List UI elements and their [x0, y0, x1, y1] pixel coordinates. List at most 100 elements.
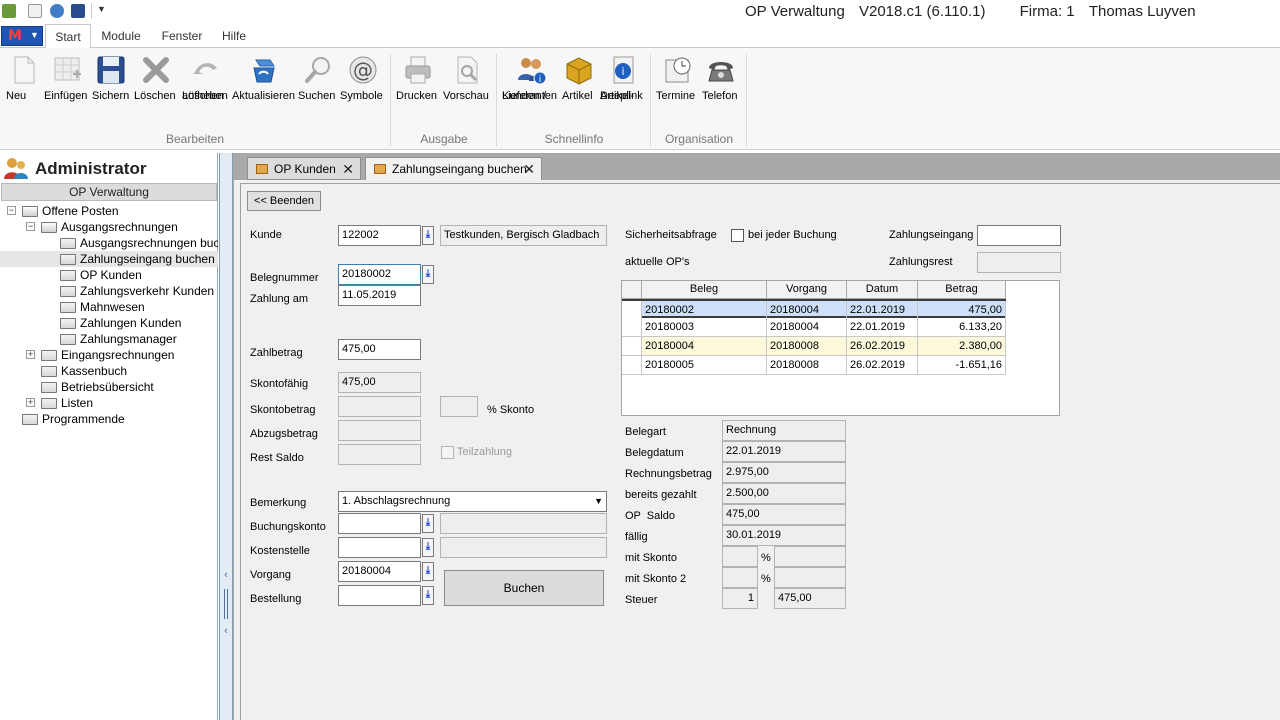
kostenstelle-field[interactable]	[338, 537, 421, 558]
symbole-button[interactable]: @ Symbole	[340, 52, 386, 126]
bei-jeder-buchung-checkbox[interactable]	[731, 229, 744, 242]
cell-vorgang: 20180008	[767, 337, 847, 356]
tree-item-kassenbuch[interactable]: Kassenbuch	[41, 363, 127, 379]
panel-splitter[interactable]: ‹ ‹	[219, 153, 233, 720]
table-row[interactable]: 20180003 20180004 22.01.2019 6.133,20	[622, 318, 1006, 337]
einfuegen-button[interactable]: Einfügen	[44, 52, 90, 126]
tree-item-op-kunden[interactable]: OP Kunden	[60, 267, 142, 283]
column-header-datum[interactable]: Datum	[847, 281, 918, 299]
table-row[interactable]: 20180002 20180004 22.01.2019 475,00	[622, 299, 1006, 320]
quick-access-dropdown-icon[interactable]: ▼	[97, 4, 106, 14]
save-icon[interactable]	[71, 4, 85, 18]
bestellung-field[interactable]	[338, 585, 421, 606]
tab-hilfe[interactable]: Hilfe	[218, 24, 250, 48]
artikel-deeplink-button[interactable]: i Artikel- Deeplink	[600, 52, 646, 126]
cell-datum: 22.01.2019	[847, 318, 918, 337]
tree-item-label: OP Kunden	[80, 268, 142, 282]
folder-icon	[60, 286, 76, 297]
close-icon[interactable]: ✕	[342, 158, 354, 180]
collapse-icon[interactable]: −	[26, 222, 35, 231]
lookup-arrow-icon[interactable]: ⤓	[422, 265, 434, 284]
tab-module[interactable]: Module	[96, 24, 146, 48]
tree-item-label: Listen	[61, 396, 94, 410]
column-header-vorgang[interactable]: Vorgang	[767, 281, 847, 299]
loeschen-aufheben-button[interactable]: Löschen aufheben	[182, 52, 228, 126]
app-name: OP Verwaltung	[745, 3, 845, 20]
close-icon[interactable]: ✕	[523, 158, 535, 180]
tab-start[interactable]: Start	[45, 24, 91, 49]
refresh-icon[interactable]	[50, 4, 64, 18]
new-document-icon[interactable]	[28, 4, 42, 18]
column-header-betrag[interactable]: Betrag	[918, 281, 1006, 299]
folder-icon	[60, 302, 76, 313]
table-row[interactable]: 20180004 20180008 26.02.2019 2.380,00	[622, 337, 1006, 356]
bemerkung-select[interactable]: 1. Abschlagsrechnung ▼	[338, 491, 607, 512]
loeschen-button[interactable]: Löschen	[134, 52, 178, 126]
zahlungseingang-field[interactable]	[977, 225, 1061, 246]
telefon-button[interactable]: Telefon	[702, 52, 740, 126]
doc-tab-zahlungseingang-buchen[interactable]: Zahlungseingang buchen ✕	[365, 157, 542, 181]
sichern-button[interactable]: Sichern	[92, 52, 130, 126]
lookup-arrow-icon[interactable]: ⤓	[422, 586, 434, 605]
beenden-button[interactable]: << Beenden	[247, 191, 321, 211]
tree-item-offene-posten[interactable]: Offene Posten	[22, 203, 119, 219]
aktualisieren-button[interactable]: Aktualisieren	[232, 52, 296, 126]
row-indicator	[622, 356, 642, 375]
tree-item-ausgangsrechnungen[interactable]: Ausgangsrechnungen	[41, 219, 178, 235]
skontofaehig-label: Skontofähig	[250, 378, 309, 390]
application-menu-button[interactable]: M ▼	[1, 26, 43, 46]
tree-item-listen[interactable]: Listen	[41, 395, 93, 411]
zahlbetrag-label: Zahlbetrag	[250, 347, 303, 359]
lookup-arrow-icon[interactable]: ⤓	[422, 514, 434, 533]
skontobetrag-field[interactable]	[338, 396, 421, 417]
expand-icon[interactable]: +	[26, 398, 35, 407]
row-indicator	[622, 337, 642, 356]
vorschau-button[interactable]: Vorschau	[443, 52, 491, 126]
column-header-beleg[interactable]: Beleg	[642, 281, 767, 299]
tree-item-zahlungen-kunden[interactable]: Zahlungen Kunden	[60, 315, 181, 331]
cell-beleg: 20180003	[642, 318, 767, 337]
termine-button[interactable]: Termine	[656, 52, 700, 126]
suchen-button[interactable]: Suchen	[298, 52, 338, 126]
lookup-arrow-icon[interactable]: ⤓	[422, 226, 434, 245]
tab-fenster[interactable]: Fenster	[158, 24, 206, 48]
doc-tab-op-kunden[interactable]: OP Kunden ✕	[247, 157, 361, 180]
abzugsbetrag-field[interactable]	[338, 420, 421, 441]
lookup-arrow-icon[interactable]: ⤓	[422, 538, 434, 557]
artikel-button[interactable]: Artikel	[562, 52, 596, 126]
buchen-button[interactable]: Buchen	[444, 570, 604, 606]
table-row[interactable]: 20180005 20180008 26.02.2019 -1.651,16	[622, 356, 1006, 375]
drucken-button[interactable]: Drucken	[396, 52, 440, 126]
tree-item-label: Eingangsrechnungen	[61, 348, 175, 362]
lookup-arrow-icon[interactable]: ⤓	[422, 562, 434, 581]
skonto-percent-field[interactable]	[440, 396, 478, 417]
tree-item-zahlungseingang-buchen[interactable]: Zahlungseingang buchen	[0, 251, 218, 267]
zahlungseingang-label: Zahlungseingang	[889, 229, 974, 241]
teilzahlung-checkbox[interactable]	[441, 446, 454, 459]
steuer-code-field: 1	[722, 588, 758, 609]
sidebar-section-header[interactable]: OP Verwaltung	[1, 183, 217, 201]
zahlbetrag-field[interactable]: 475,00	[338, 339, 421, 360]
vorgang-field[interactable]: 20180004	[338, 561, 421, 582]
expand-icon[interactable]: +	[26, 350, 35, 359]
kunde-name-field: Testkunden, Bergisch Gladbach	[440, 225, 607, 246]
tree-item-ausgangsrechnungen-buchen[interactable]: Ausgangsrechnungen buchen	[60, 235, 218, 251]
firma-label: Firma: 1	[1019, 3, 1075, 20]
collapse-icon[interactable]: −	[7, 206, 16, 215]
tree-item-zahlungsmanager[interactable]: Zahlungsmanager	[60, 331, 177, 347]
drucken-label: Drucken	[396, 90, 437, 102]
buchungskonto-field[interactable]	[338, 513, 421, 534]
kunde-field[interactable]: 122002	[338, 225, 421, 246]
tree-item-eingangsrechnungen[interactable]: Eingangsrechnungen	[41, 347, 174, 363]
kunden-lieferanten-button[interactable]: i Kunden / Lieferanten	[502, 52, 560, 126]
tree-item-zahlungsverkehr-kunden[interactable]: Zahlungsverkehr Kunden	[60, 283, 214, 299]
zahlung-am-field[interactable]: 11.05.2019	[338, 285, 421, 306]
tree-item-mahnwesen[interactable]: Mahnwesen	[60, 299, 145, 315]
chevron-down-icon: ▼	[30, 30, 39, 40]
sicherheitsabfrage-label: Sicherheitsabfrage	[625, 229, 717, 241]
neu-button[interactable]: Neu	[6, 52, 42, 126]
tree-item-programmende[interactable]: Programmende	[22, 411, 125, 427]
belegnummer-field[interactable]: 20180002	[338, 264, 421, 285]
cell-datum: 26.02.2019	[847, 356, 918, 375]
tree-item-betriebsuebersicht[interactable]: Betriebsübersicht	[41, 379, 154, 395]
